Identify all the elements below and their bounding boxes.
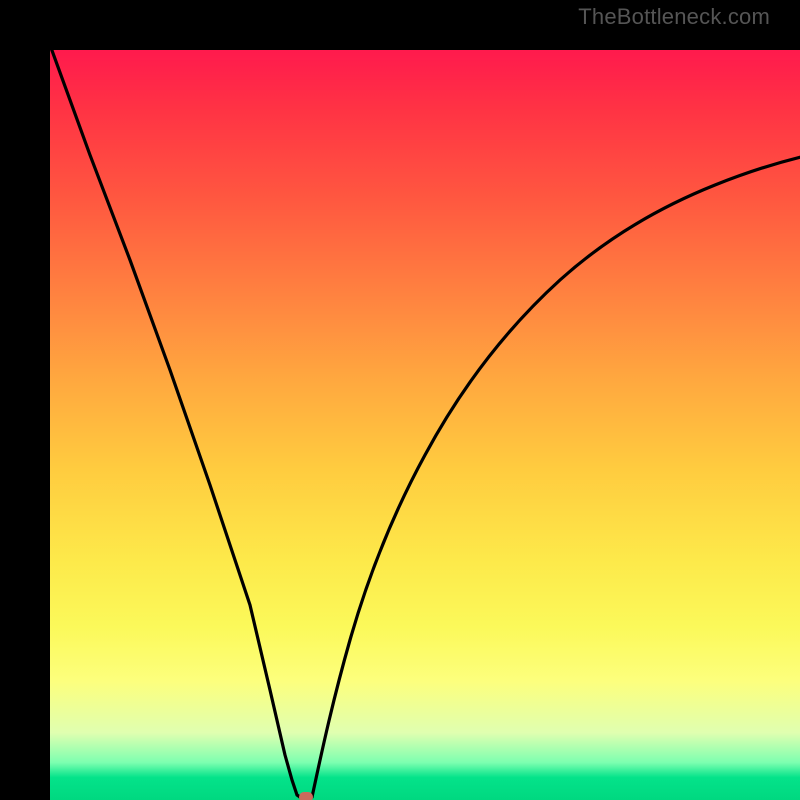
bottleneck-curve <box>50 50 800 800</box>
curve-left-branch <box>50 50 300 797</box>
plot-area <box>50 50 800 800</box>
chart-frame <box>0 0 800 800</box>
curve-right-branch <box>312 156 800 797</box>
optimal-point-marker <box>299 792 313 800</box>
watermark-text: TheBottleneck.com <box>578 4 770 30</box>
